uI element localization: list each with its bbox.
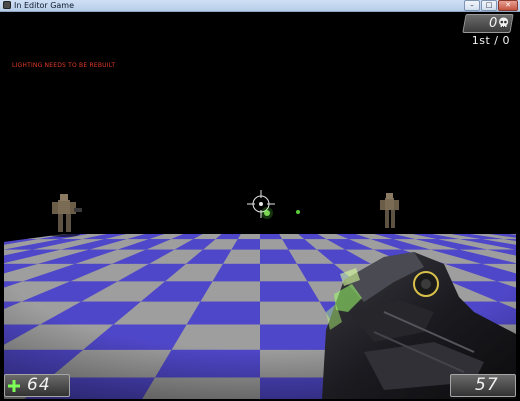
ammo-panel: 57 <box>450 374 516 397</box>
game-scene <box>4 12 516 399</box>
plus-icon <box>8 380 20 392</box>
rank-text: 1st / 0 <box>471 34 510 47</box>
close-button[interactable]: ✕ <box>498 0 518 11</box>
health-panel: 64 <box>4 374 70 397</box>
skull-icon <box>499 17 509 28</box>
app-icon <box>3 1 11 9</box>
title-bar[interactable]: In Editor Game – □ ✕ <box>0 0 520 12</box>
sky <box>4 12 516 234</box>
floor-tile <box>4 234 12 240</box>
game-viewport[interactable]: LIGHTING NEEDS TO BE REBUILT 0 1st / 0 6… <box>4 12 516 399</box>
score-value: 0 <box>488 16 497 31</box>
game-window: In Editor Game – □ ✕ LIGHTING NEEDS TO B… <box>0 0 520 401</box>
lighting-warning-text: LIGHTING NEEDS TO BE REBUILT <box>12 62 116 69</box>
floor-tile <box>4 234 31 240</box>
health-value: 64 <box>27 375 51 395</box>
window-title: In Editor Game <box>14 1 75 10</box>
window-controls: – □ ✕ <box>464 0 518 11</box>
score-panel: 0 <box>462 14 514 33</box>
maximize-button[interactable]: □ <box>481 0 497 11</box>
ammo-value: 57 <box>475 375 499 395</box>
minimize-button[interactable]: – <box>464 0 480 11</box>
